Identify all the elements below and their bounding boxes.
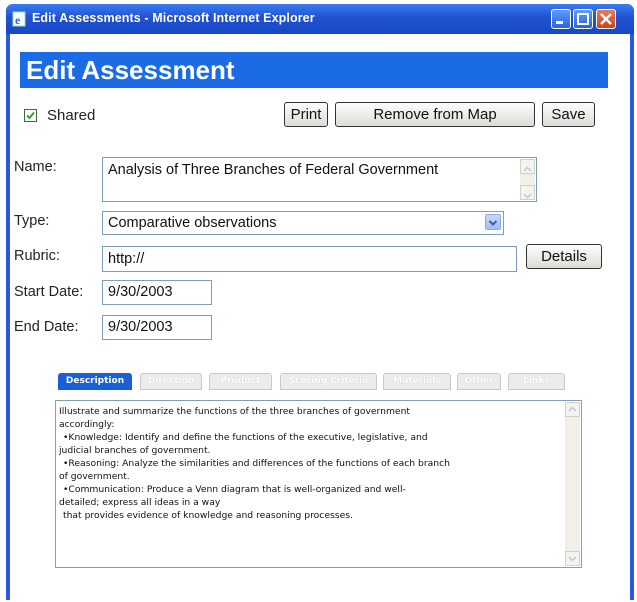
name-value: Analysis of Three Branches of Federal Go…	[108, 162, 439, 178]
maximize-icon	[577, 13, 589, 25]
tab-product[interactable]: Product	[209, 373, 272, 390]
close-icon	[600, 13, 612, 25]
page-content: Edit Assessment Shared Print Remove from…	[10, 34, 630, 600]
end-date-label: End Date:	[14, 319, 79, 335]
tab-description[interactable]: Description	[58, 373, 132, 390]
maximize-button[interactable]	[573, 9, 593, 29]
description-line: •Communication: Produce a Venn diagram t…	[63, 484, 406, 495]
scroll-down-button[interactable]	[520, 185, 535, 200]
description-line: accordingly:	[59, 419, 115, 430]
type-select[interactable]: Comparative observations	[102, 211, 504, 235]
end-date-field[interactable]: 9/30/2003	[102, 315, 212, 340]
tab-materials[interactable]: Materials	[383, 373, 451, 390]
chevron-down-icon	[488, 220, 498, 226]
name-label: Name:	[14, 159, 57, 175]
end-date-value: 9/30/2003	[108, 319, 173, 335]
minimize-button[interactable]	[551, 9, 571, 29]
name-field[interactable]: Analysis of Three Branches of Federal Go…	[102, 157, 537, 202]
checkmark-icon	[26, 111, 35, 120]
rubric-label: Rubric:	[14, 248, 60, 264]
description-textarea[interactable]: Illustrate and summarize the functions o…	[55, 400, 582, 568]
minimize-icon	[556, 21, 563, 24]
shared-checkbox[interactable]	[24, 109, 37, 122]
description-line: •Knowledge: Identify and define the func…	[63, 432, 428, 443]
description-scrollbar[interactable]	[565, 402, 580, 566]
name-scrollbar[interactable]	[520, 159, 535, 200]
start-date-field[interactable]: 9/30/2003	[102, 280, 212, 305]
rubric-value: http://	[108, 251, 145, 267]
scroll-up-button[interactable]	[565, 402, 580, 417]
print-button[interactable]: Print	[284, 102, 328, 127]
scroll-down-button[interactable]	[565, 551, 580, 566]
details-button[interactable]: Details	[526, 244, 602, 269]
description-line: Illustrate and summarize the functions o…	[59, 406, 410, 417]
close-button[interactable]	[596, 9, 616, 29]
window-title: Edit Assessments - Microsoft Internet Ex…	[32, 11, 315, 25]
description-line: •Reasoning: Analyze the similarities and…	[63, 458, 450, 469]
tab-other[interactable]: Other	[457, 373, 501, 390]
rubric-field[interactable]: http://	[102, 246, 517, 272]
tab-scoring-criteria[interactable]: Scoring Criteria	[280, 373, 377, 390]
description-line: of government.	[59, 471, 130, 482]
page-title: Edit Assessment	[26, 55, 235, 85]
internet-explorer-icon: e	[12, 11, 28, 27]
scroll-up-button[interactable]	[520, 159, 535, 174]
chevron-up-icon	[523, 166, 532, 172]
type-value: Comparative observations	[108, 215, 277, 231]
chevron-down-icon	[523, 193, 532, 199]
chevron-down-icon	[568, 556, 577, 562]
title-bar[interactable]: e Edit Assessments - Microsoft Internet …	[6, 4, 634, 34]
start-date-value: 9/30/2003	[108, 284, 173, 300]
description-line: judicial branches of government.	[59, 445, 211, 456]
shared-label: Shared	[47, 107, 96, 124]
tab-direction[interactable]: Direction	[140, 373, 202, 390]
tab-links[interactable]: Links	[508, 373, 565, 390]
page-banner: Edit Assessment	[20, 52, 608, 88]
type-label: Type:	[14, 213, 50, 229]
svg-text:e: e	[15, 13, 21, 27]
browser-window: e Edit Assessments - Microsoft Internet …	[6, 4, 634, 600]
remove-from-map-button[interactable]: Remove from Map	[335, 102, 535, 127]
start-date-label: Start Date:	[14, 284, 84, 300]
dropdown-button[interactable]	[485, 214, 501, 230]
save-button[interactable]: Save	[542, 102, 595, 127]
chevron-up-icon	[568, 406, 577, 412]
description-text: Illustrate and summarize the functions o…	[59, 405, 547, 522]
description-line: detailed; express all ideas in a way	[59, 497, 221, 508]
description-line: that provides evidence of knowledge and …	[63, 510, 353, 521]
